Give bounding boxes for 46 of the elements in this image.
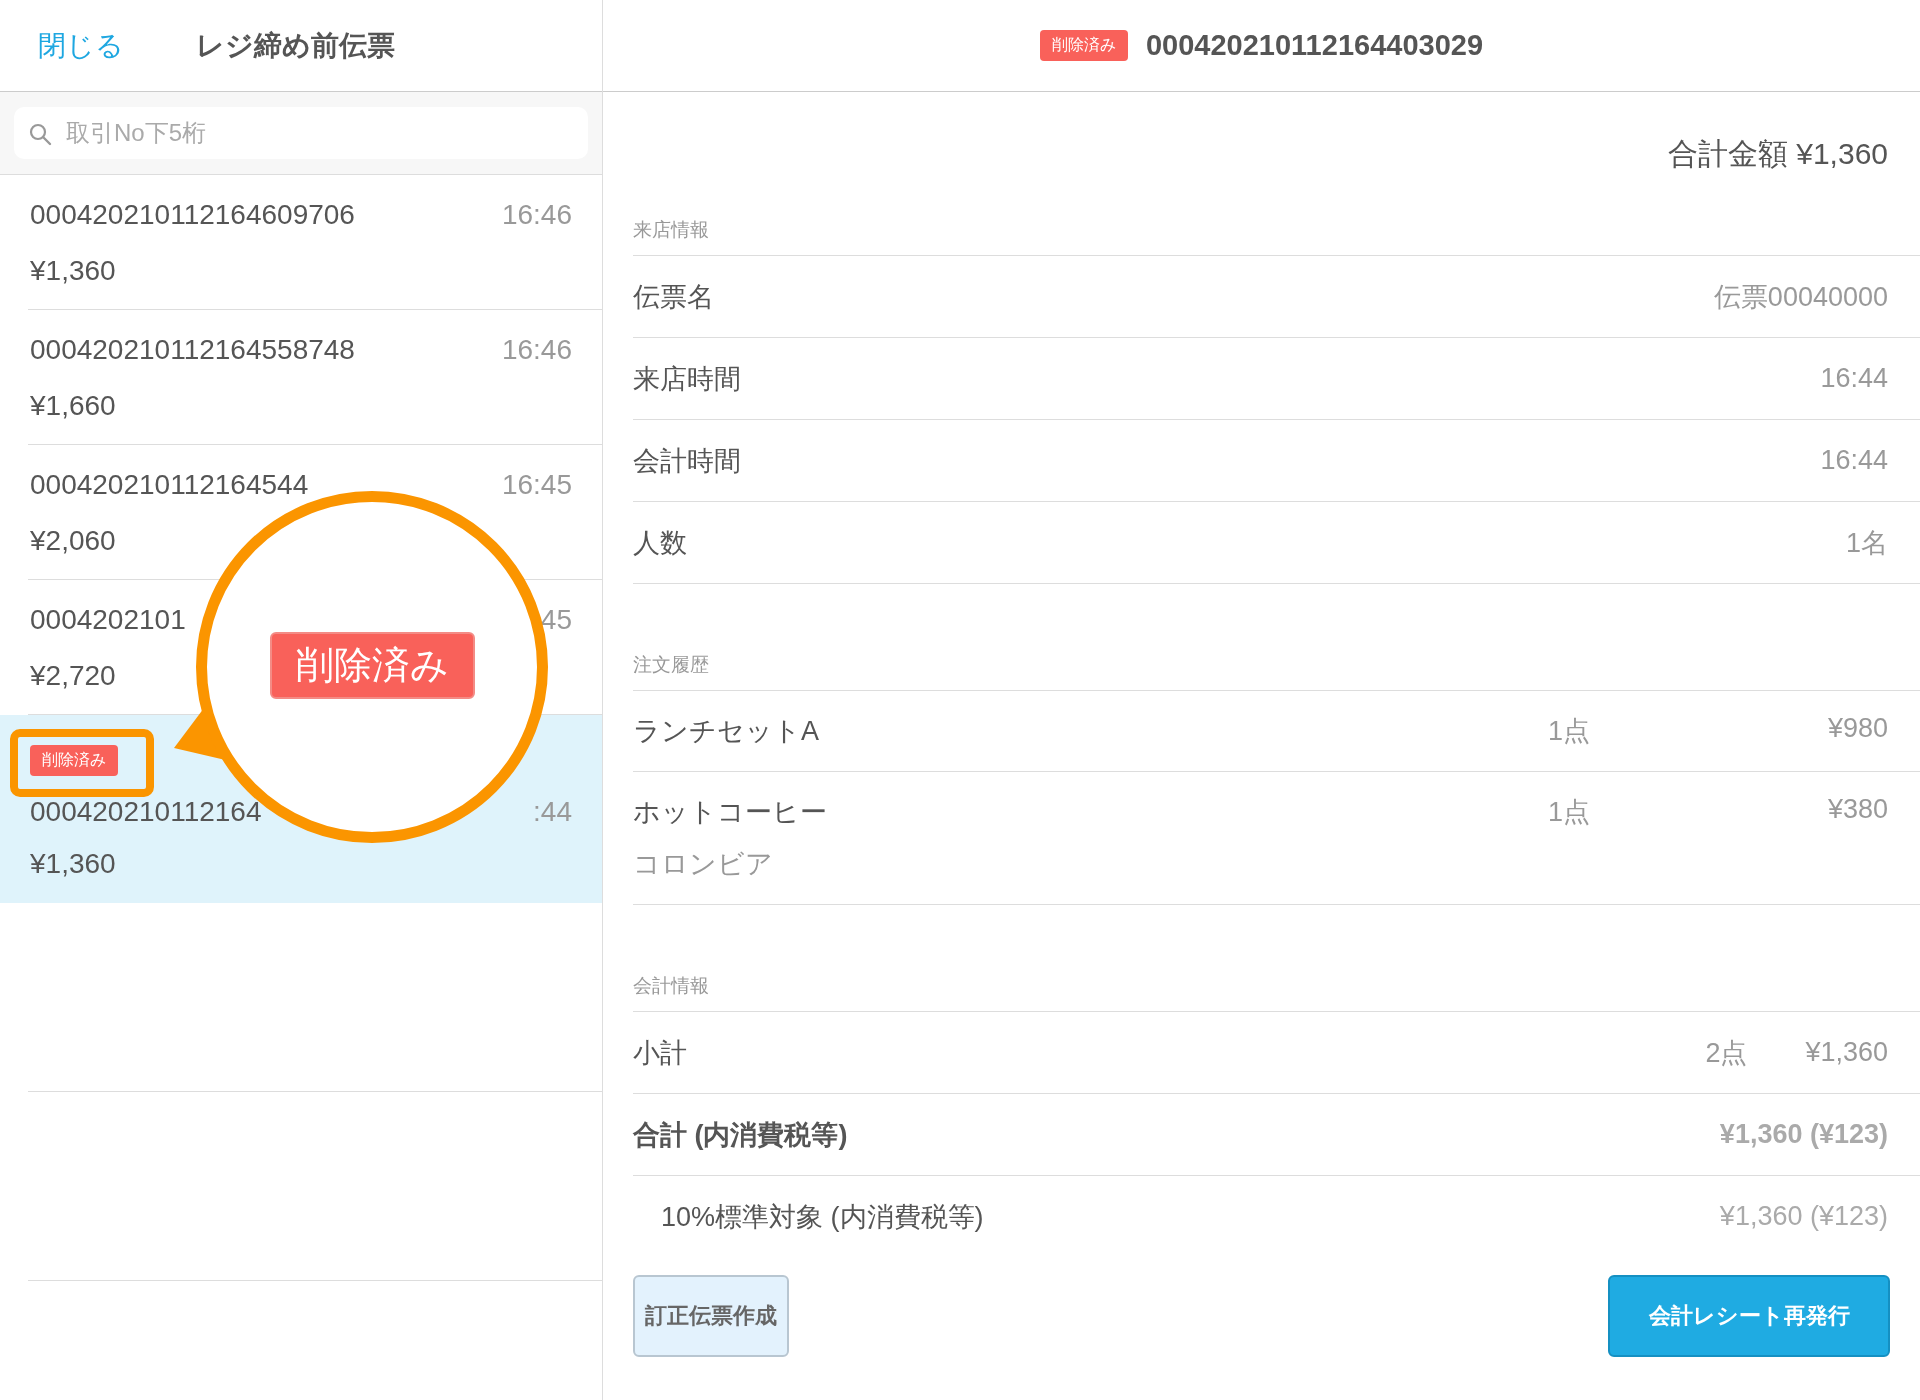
row-label: 来店時間 — [633, 362, 742, 396]
slip-number: 0004202101 — [30, 603, 186, 636]
section-title: 来店情報 — [633, 201, 1920, 256]
row-label: 伝票名 — [633, 280, 715, 314]
slip-time: 16:45 — [501, 468, 572, 501]
quantity: 2点 — [1705, 1036, 1749, 1070]
row-label: 合計 (内消費税等) — [633, 1118, 849, 1152]
section-title: 注文履歴 — [633, 636, 1920, 691]
row-value: 16:44 — [1820, 363, 1888, 394]
slip-amount: ¥2,060 — [30, 524, 116, 557]
slip-number: 000420210112164609706 — [30, 198, 355, 231]
total-amount: 合計金額 ¥1,360 — [1666, 136, 1889, 172]
slip-number: 000420210112164558748 — [30, 333, 355, 366]
row-value: ¥1,360 (¥123) — [1719, 1201, 1888, 1232]
item-option: コロンビア — [633, 846, 1888, 882]
row-value: 伝票00040000 — [1713, 280, 1888, 314]
slip-time: 45 — [540, 603, 572, 636]
slip-time: :44 — [533, 795, 572, 828]
row-value: ¥1,360 — [1805, 1037, 1888, 1068]
slip-time: 16:46 — [501, 333, 572, 366]
row-value: ¥380 — [1827, 794, 1888, 825]
deleted-badge: 削除済み — [30, 744, 118, 776]
row-label: 小計 — [633, 1036, 688, 1070]
deleted-badge: 削除済み — [1039, 30, 1128, 61]
slip-amount: ¥1,660 — [30, 389, 116, 422]
quantity: 1点 — [1547, 715, 1591, 748]
slip-number-title: 000420210112164403029 — [1145, 29, 1484, 62]
slip-number: 000420210112164544 — [30, 468, 309, 501]
row-value: 1名 — [1845, 526, 1888, 560]
row-value: 16:44 — [1820, 445, 1888, 476]
section-title: 会計情報 — [633, 957, 1920, 1012]
row-value: ¥980 — [1827, 713, 1888, 744]
slip-number: 000420210112164 — [30, 795, 262, 828]
header-title: レジ締め前伝票 — [196, 28, 395, 63]
deleted-badge: 削除済み — [269, 631, 475, 699]
row-label: ランチセットA — [633, 715, 820, 748]
quantity: 1点 — [1547, 796, 1591, 829]
row-label: 人数 — [633, 526, 688, 560]
slip-time: 16:46 — [501, 198, 572, 231]
slip-amount: ¥1,360 — [30, 254, 116, 287]
row-label: 10%標準対象 (内消費税等) — [661, 1200, 985, 1234]
row-value: ¥1,360 (¥123) — [1719, 1119, 1888, 1150]
slip-amount: ¥2,720 — [30, 659, 116, 692]
slip-amount: ¥1,360 — [30, 847, 116, 880]
row-label: ホットコーヒー — [633, 796, 828, 829]
row-label: 会計時間 — [633, 444, 742, 478]
